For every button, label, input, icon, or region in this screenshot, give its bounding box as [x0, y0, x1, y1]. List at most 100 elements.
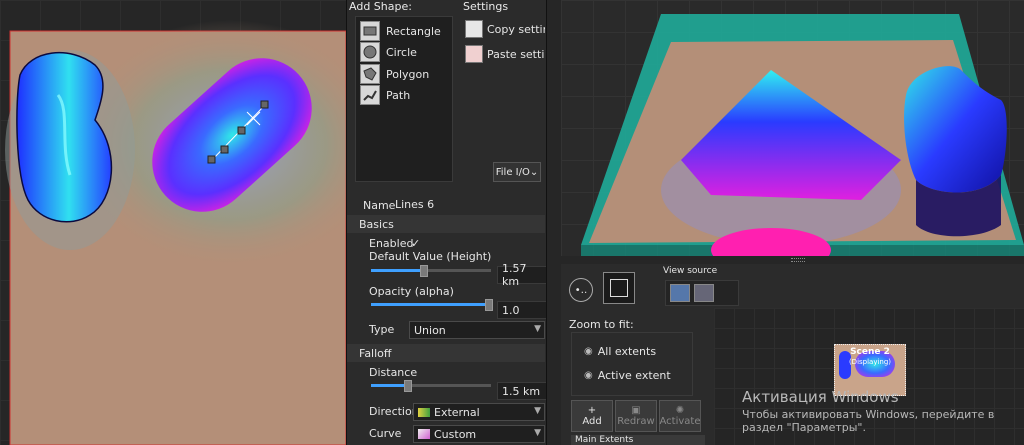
activation-title: Активация Windows	[742, 388, 899, 406]
file-io-label: File I/O	[495, 166, 530, 178]
shape-list: Rectangle Circle Polygon Path	[355, 16, 453, 182]
zoom-options-group: ◉ All extents ◉ Active extent	[571, 332, 693, 396]
curve-label: Curve	[369, 427, 402, 440]
direction-label: Direction	[369, 405, 419, 418]
opacity-slider[interactable]	[371, 299, 493, 311]
type-dropdown[interactable]: Union ▼	[409, 321, 545, 339]
chevron-down-icon: ▼	[534, 428, 541, 438]
opacity-field[interactable]: 1.0	[497, 301, 547, 319]
direction-value: External	[434, 405, 480, 419]
zoom-to-fit-label: Zoom to fit:	[569, 318, 634, 331]
name-input[interactable]: Lines 6	[391, 196, 545, 212]
paste-settings-label: Paste settin	[487, 47, 545, 61]
circle-icon	[360, 42, 380, 62]
lightbulb-icon: ✺	[675, 405, 685, 416]
all-extents-label: All extents	[597, 345, 657, 358]
external-direction-icon	[418, 407, 430, 417]
falloff-header-label: Falloff	[359, 346, 392, 360]
add-circle-button[interactable]: Circle	[360, 42, 448, 62]
add-extent-button[interactable]: + Add	[571, 400, 613, 432]
activation-line2: раздел "Параметры".	[742, 421, 866, 434]
settings-title: Settings	[463, 0, 509, 13]
chevron-down-icon: ▼	[534, 324, 541, 334]
main-extents-label: Main Extents	[575, 435, 634, 445]
curve-dropdown[interactable]: Custom ▼	[413, 425, 545, 443]
path-icon	[360, 85, 380, 105]
type-value: Union	[414, 323, 446, 337]
paste-settings-button[interactable]: Paste settin	[465, 44, 545, 64]
camera-orbit-icon[interactable]: •‥	[569, 278, 593, 302]
paste-icon	[465, 45, 483, 63]
basics-header-label: Basics	[359, 217, 394, 231]
eye-icon: ◉	[584, 370, 593, 381]
add-shape-title: Add Shape:	[349, 0, 412, 13]
windows-activation-watermark: Активация Windows Чтобы активировать Win…	[742, 388, 994, 434]
rectangle-icon	[360, 21, 380, 41]
polygon-label: Polygon	[386, 67, 430, 81]
add-icon: +	[587, 405, 597, 416]
polygon-icon	[360, 64, 380, 84]
2d-view-icon[interactable]	[694, 284, 714, 302]
opacity-label: Opacity (alpha)	[369, 285, 454, 298]
activation-line1: Чтобы активировать Windows, перейдите в	[742, 408, 995, 421]
opacity-slider-knob[interactable]	[485, 299, 493, 311]
path-label: Path	[386, 88, 411, 102]
3d-view-icon[interactable]	[670, 284, 690, 302]
enabled-checkbox[interactable]: ✓	[411, 237, 420, 250]
all-extents-option[interactable]: ◉ All extents	[584, 345, 656, 358]
distance-slider[interactable]	[371, 380, 491, 392]
add-polygon-button[interactable]: Polygon	[360, 64, 448, 84]
redraw-button[interactable]: ▣ Redraw	[615, 400, 657, 432]
activate-button[interactable]: ✺ Activate	[659, 400, 701, 432]
default-value-field[interactable]: 1.57 km	[497, 262, 547, 288]
view-source-group	[665, 280, 739, 306]
shape-editor-canvas[interactable]	[0, 0, 346, 445]
redraw-icon: ▣	[631, 405, 641, 416]
main-extents-header[interactable]: Main Extents	[571, 435, 705, 445]
redraw-label: Redraw	[617, 416, 655, 427]
direction-dropdown[interactable]: External ▼	[413, 403, 545, 421]
copy-settings-label: Copy setting	[487, 22, 545, 36]
file-io-arrow-icon: ⌄	[529, 166, 539, 178]
circle-label: Circle	[386, 45, 417, 59]
type-label: Type	[369, 323, 395, 336]
3d-render	[581, 14, 1024, 256]
active-extent-option[interactable]: ◉ Active extent	[584, 369, 671, 382]
curve-icon	[418, 429, 430, 439]
default-value-slider[interactable]	[371, 265, 491, 277]
frame-extent-button[interactable]	[603, 272, 635, 304]
default-value-slider-fill	[371, 269, 423, 272]
curve-value: Custom	[434, 427, 477, 441]
copy-icon	[465, 20, 483, 38]
active-extent-label: Active extent	[597, 369, 671, 382]
distance-field[interactable]: 1.5 km	[497, 382, 547, 400]
view-source-title: View source	[663, 266, 718, 276]
3d-viewport[interactable]	[561, 0, 1024, 256]
add-path-button[interactable]: Path	[360, 85, 448, 105]
add-label: Add	[582, 416, 602, 427]
properties-panel: Add Shape: Settings Rectangle Circle Pol…	[346, 0, 547, 445]
canvas-drawing[interactable]	[0, 0, 346, 445]
default-value-slider-knob[interactable]	[419, 265, 428, 277]
distance-slider-knob[interactable]	[404, 380, 412, 392]
scene-status: (Displaying)	[848, 358, 892, 366]
chevron-down-icon: ▼	[534, 406, 541, 416]
panel-scrollbar[interactable]	[546, 0, 562, 445]
add-rectangle-button[interactable]: Rectangle	[360, 21, 448, 41]
view-splitter[interactable]	[561, 256, 1024, 264]
file-io-button[interactable]: File I/O ⌄	[493, 162, 541, 182]
copy-settings-button[interactable]: Copy setting	[465, 19, 545, 39]
rectangle-label: Rectangle	[386, 24, 441, 38]
activate-label: Activate	[659, 416, 701, 427]
default-value-label: Default Value (Height)	[369, 250, 492, 263]
frame-icon	[610, 279, 628, 297]
distance-slider-fill	[371, 384, 407, 387]
name-row: Name Lines 6	[347, 196, 545, 214]
opacity-slider-fill	[371, 303, 491, 306]
basics-header[interactable]: Basics	[347, 215, 545, 233]
eye-icon: ◉	[584, 346, 593, 357]
enabled-label: Enabled	[369, 236, 414, 250]
falloff-header[interactable]: Falloff	[347, 344, 545, 362]
scene-title: Scene 2	[850, 347, 890, 357]
extruded-blob	[904, 66, 1007, 193]
